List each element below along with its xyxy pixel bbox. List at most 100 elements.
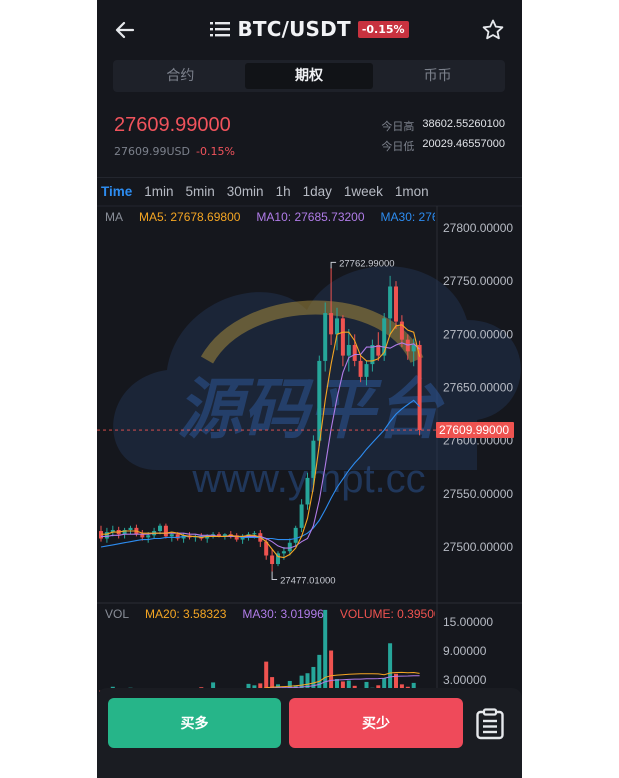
interval-1mon[interactable]: 1mon — [395, 184, 429, 199]
candle-body — [352, 344, 357, 361]
candle-body — [335, 318, 339, 335]
candle-body — [104, 532, 109, 539]
today-low-row: 今日低 20029.46557000 — [381, 138, 505, 154]
candle-body — [163, 525, 168, 537]
tab-contract[interactable]: 合约 — [116, 63, 245, 89]
interval-1h[interactable]: 1h — [276, 184, 291, 199]
price-axis-label: 27550.00000 — [443, 487, 513, 501]
volume-bar — [388, 643, 393, 688]
candle-body — [146, 535, 151, 538]
candle-body — [382, 318, 387, 356]
candle-body — [311, 440, 316, 478]
ma-legend: MA MA5: 27678.69800 MA10: 27685.73200 MA… — [105, 210, 435, 224]
pair-selector[interactable]: BTC/USDT -0.15% — [97, 17, 522, 41]
candle-body — [364, 364, 369, 377]
interval-selector: Time 1min 5min 30min 1h 1day 1week 1mon — [101, 184, 429, 199]
candle-body — [252, 533, 257, 535]
ma5-legend: MA5: 27678.69800 — [139, 210, 241, 224]
favorite-star-icon[interactable] — [481, 18, 505, 42]
price-axis-label: 27750.00000 — [443, 274, 513, 288]
candle-body — [394, 286, 398, 322]
volume-bar — [299, 675, 304, 688]
buy-short-button[interactable]: 买少 — [289, 698, 463, 748]
price-usd: 27609.99USD — [114, 145, 190, 158]
action-bar: 买多 买少 — [97, 688, 522, 778]
orders-clipboard-icon[interactable] — [475, 708, 505, 740]
candle-body — [128, 527, 133, 530]
interval-5min[interactable]: 5min — [186, 184, 215, 199]
vol-ma30-legend: MA30: 3.01996 — [242, 607, 324, 621]
candle-body — [305, 477, 310, 505]
price-axis-label: 27650.00000 — [443, 381, 513, 395]
ma30-legend: MA30: 27613.64600 — [380, 210, 435, 224]
low-marker-label: 27477.01000 — [280, 575, 335, 586]
price-axis-label: 27700.00000 — [443, 327, 513, 341]
last-price: 27609.99000 — [114, 114, 231, 136]
candle-body — [169, 534, 174, 537]
volume-bar — [346, 680, 351, 688]
candle-body — [340, 318, 345, 356]
low-marker-line — [271, 571, 278, 580]
ma-legend-name: MA — [105, 210, 123, 224]
top-bar: BTC/USDT -0.15% — [97, 0, 522, 60]
buy-long-button[interactable]: 买多 — [108, 698, 281, 748]
volume-bar — [305, 673, 310, 688]
volume-bar — [323, 609, 328, 688]
today-high-value: 38602.55260100 — [422, 118, 505, 130]
divider — [97, 177, 522, 178]
volume-legend: VOLUME: 0.39500 — [339, 607, 435, 621]
watermark-text: 源码平台 — [177, 371, 445, 448]
interval-time[interactable]: Time — [101, 184, 132, 199]
candle-body — [317, 360, 322, 441]
volume-bar — [329, 650, 334, 688]
price-axis-label: 27500.00000 — [443, 540, 513, 554]
vol-ma20-legend: MA20: 3.58323 — [145, 607, 227, 621]
tab-spot[interactable]: 币币 — [373, 63, 502, 89]
today-high-row: 今日高 38602.55260100 — [381, 118, 505, 134]
high-marker-line — [330, 261, 337, 269]
current-price-label: 27609.99000 — [439, 423, 509, 437]
candle-body — [323, 313, 328, 361]
volume-axis-label: 9.00000 — [443, 644, 487, 658]
candle-body — [329, 313, 334, 335]
vol-legend: VOL MA20: 3.58323 MA30: 3.01996 VOLUME: … — [105, 607, 435, 621]
candle-body — [270, 555, 275, 565]
volume-axis-label: 3.00000 — [443, 673, 487, 687]
candle-body — [293, 527, 298, 543]
vol-legend-name: VOL — [105, 607, 130, 621]
candle-body — [299, 504, 304, 528]
candle-body — [388, 286, 393, 319]
interval-1week[interactable]: 1week — [344, 184, 383, 199]
price-change: -0.15% — [196, 145, 235, 158]
candle-body — [99, 531, 103, 539]
candle-body — [358, 360, 363, 377]
pair-title: BTC/USDT — [237, 17, 351, 41]
price-axis-label: 27800.00000 — [443, 221, 513, 235]
candle-body — [417, 344, 422, 431]
volume-bar — [287, 680, 292, 688]
volume-bar — [270, 677, 275, 688]
interval-1day[interactable]: 1day — [303, 184, 332, 199]
volume-bar — [317, 654, 322, 688]
market-tabs: 合约 期权 币币 — [113, 60, 505, 92]
interval-30min[interactable]: 30min — [227, 184, 264, 199]
volume-bar — [311, 666, 316, 688]
volume-bar — [382, 678, 387, 688]
volume-axis-label: 15.00000 — [443, 615, 493, 629]
candle-body — [158, 525, 162, 532]
candle-body — [346, 344, 351, 356]
list-menu-icon — [210, 22, 231, 37]
price-usd-line: 27609.99USD -0.15% — [114, 145, 235, 158]
candle-body — [281, 551, 286, 554]
change-badge: -0.15% — [357, 20, 409, 38]
high-marker-label: 27762.99000 — [339, 258, 394, 269]
today-low-label: 今日低 — [381, 140, 415, 153]
interval-1min[interactable]: 1min — [144, 184, 173, 199]
today-low-value: 20029.46557000 — [422, 138, 505, 150]
today-high-label: 今日高 — [381, 120, 415, 133]
tab-options[interactable]: 期权 — [244, 63, 374, 89]
app-screen: 源码平台www.ympt.cc27800.0000027750.00000277… — [97, 0, 522, 778]
volume-bar — [264, 661, 269, 688]
ma10-legend: MA10: 27685.73200 — [256, 210, 365, 224]
candle-body — [411, 344, 416, 352]
